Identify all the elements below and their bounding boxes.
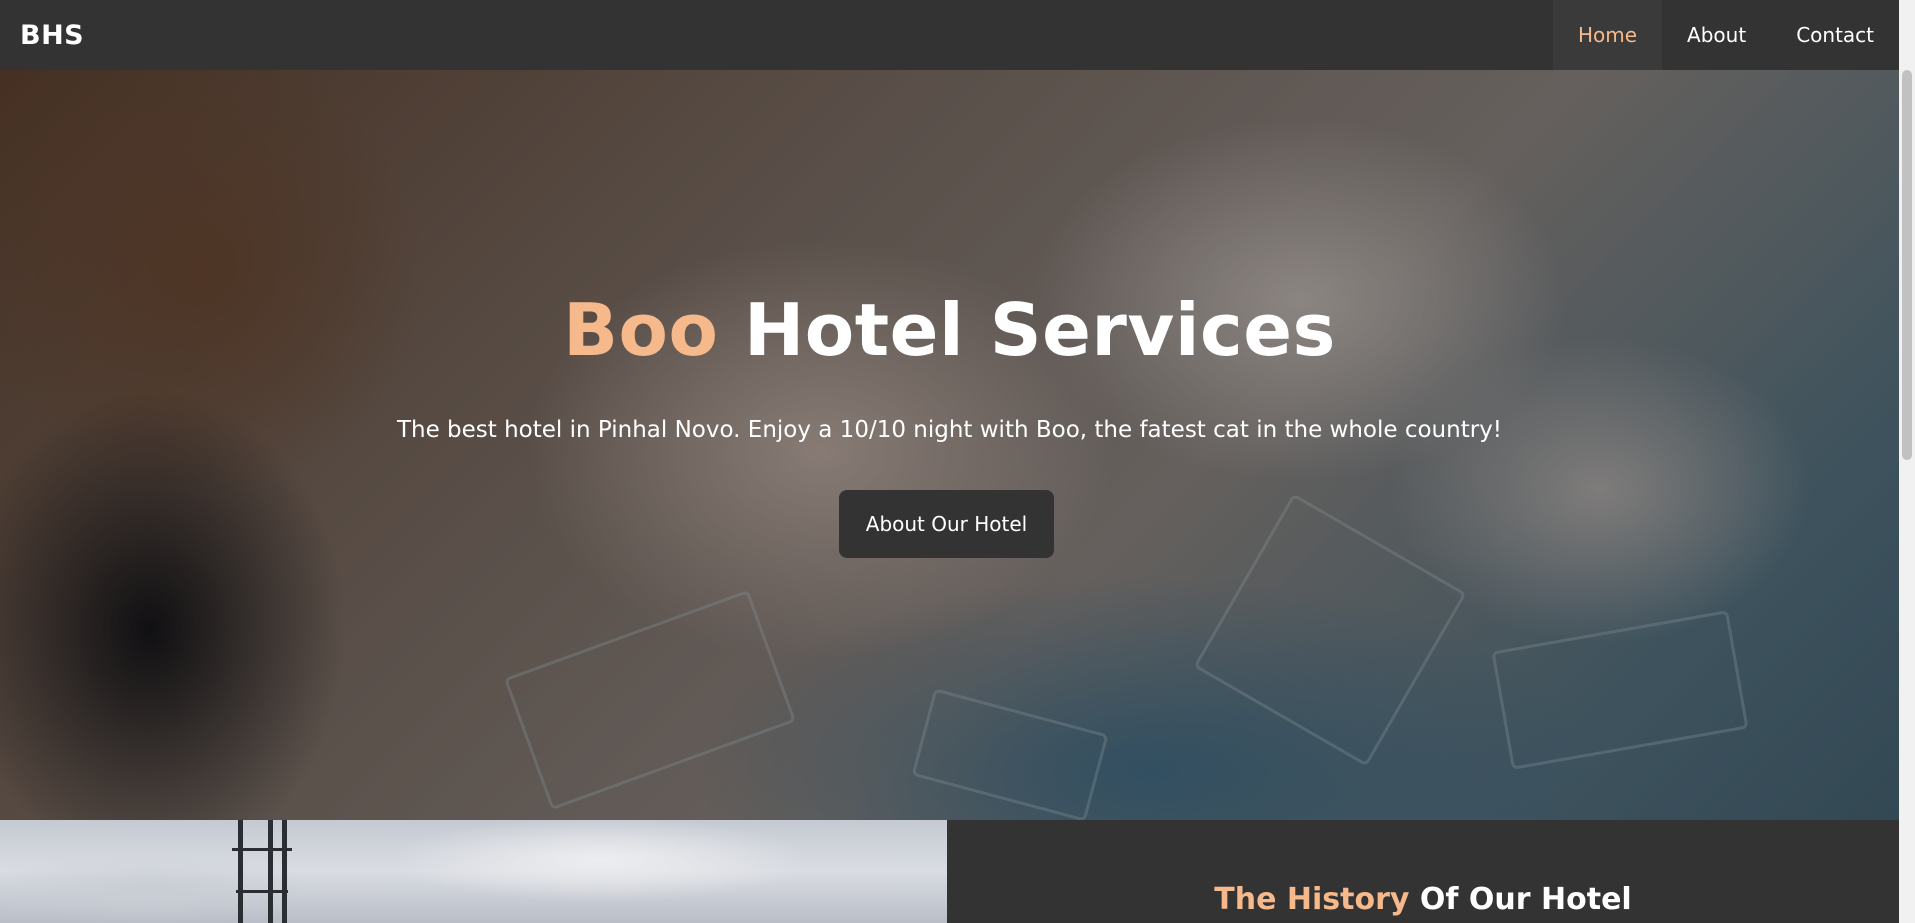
nav-menu: Home About Contact <box>1552 0 1899 70</box>
pylon <box>282 820 287 923</box>
history-title-accent: The History <box>1214 882 1410 917</box>
hero-title: Boo Hotel Services <box>0 288 1899 372</box>
pylon-crossbar <box>232 848 292 851</box>
hero-content: Boo Hotel Services The best hotel in Pin… <box>0 70 1899 820</box>
history-title: The History Of Our Hotel <box>947 882 1899 917</box>
hero-section: Boo Hotel Services The best hotel in Pin… <box>0 70 1899 820</box>
about-our-hotel-button[interactable]: About Our Hotel <box>839 490 1054 558</box>
nav-item-about[interactable]: About <box>1662 0 1771 70</box>
scrollbar-thumb[interactable] <box>1902 70 1912 460</box>
history-section: The History Of Our Hotel <box>0 820 1899 923</box>
brand-logo[interactable]: BHS <box>0 20 84 51</box>
hero-title-accent: Boo <box>563 288 719 372</box>
nav-item-contact[interactable]: Contact <box>1771 0 1899 70</box>
nav-item-home[interactable]: Home <box>1552 0 1663 70</box>
hero-title-rest: Hotel Services <box>718 288 1336 372</box>
history-text-panel: The History Of Our Hotel <box>947 820 1899 923</box>
history-title-rest: Of Our Hotel <box>1409 882 1632 917</box>
navbar: BHS Home About Contact <box>0 0 1899 70</box>
page-scrollbar[interactable] <box>1899 0 1915 923</box>
hero-subtitle: The best hotel in Pinhal Novo. Enjoy a 1… <box>396 417 1503 443</box>
pylon <box>238 820 243 923</box>
pylon <box>268 820 273 923</box>
pylon-crossbar <box>236 890 288 893</box>
sky-photo <box>0 820 947 923</box>
